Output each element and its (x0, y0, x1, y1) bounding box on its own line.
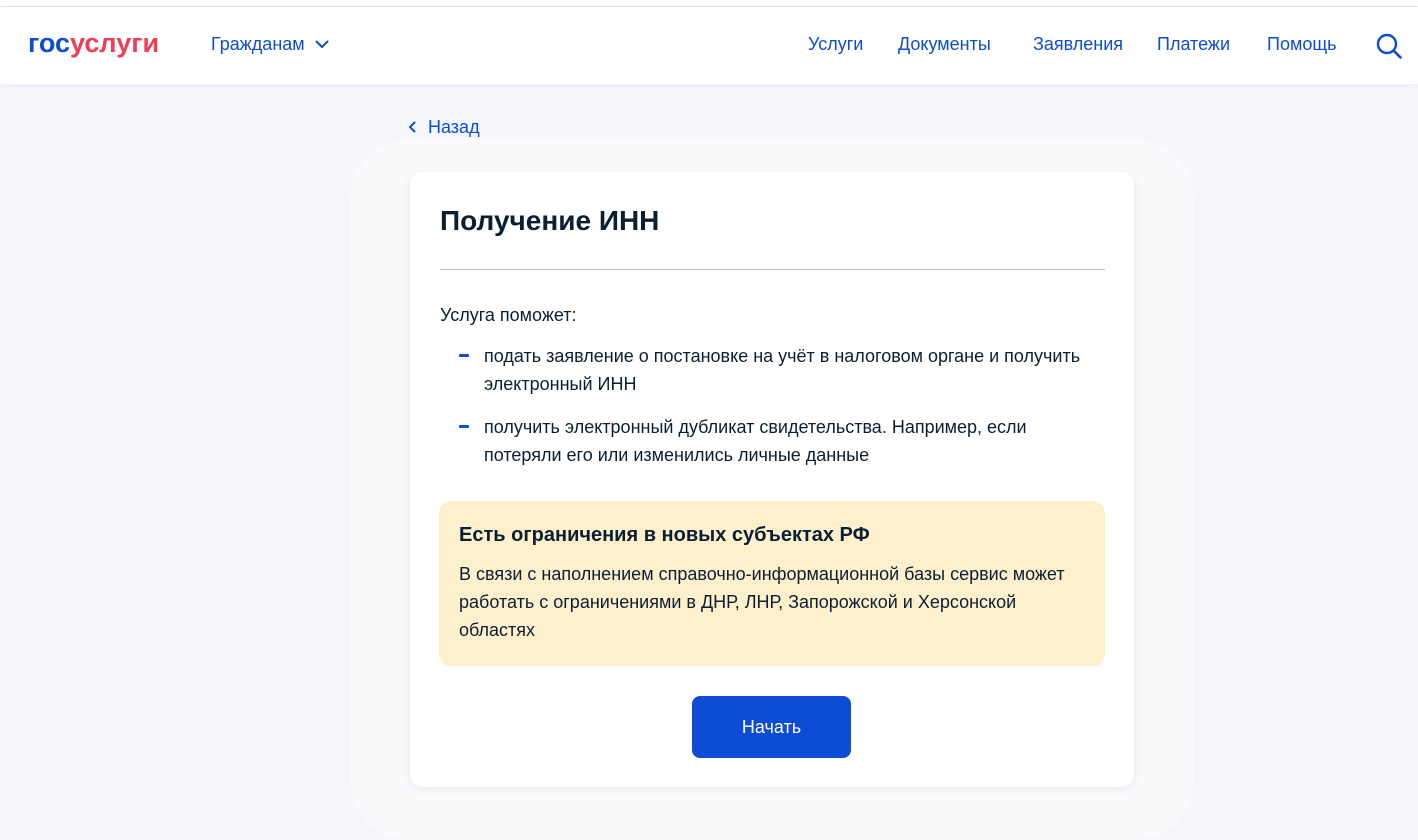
search-button[interactable] (1375, 32, 1403, 60)
audience-dropdown[interactable]: Гражданам (211, 33, 329, 55)
top-strip (0, 0, 1418, 7)
logo-part-1: гос (28, 28, 71, 58)
nav-services[interactable]: Услуги (808, 33, 863, 55)
back-label: Назад (428, 117, 480, 137)
list-item-text: получить электронный дубликат свидетельс… (484, 417, 1027, 465)
page-title: Получение ИНН (440, 205, 660, 236)
intro-text: Услуга поможет: (440, 305, 577, 325)
nav-payments[interactable]: Платежи (1157, 33, 1230, 55)
notice-text: В связи с наполнением справочно-информац… (459, 564, 1065, 640)
audience-label: Гражданам (211, 34, 305, 54)
nav-documents[interactable]: Документы (898, 33, 991, 55)
gosuslugi-logo[interactable]: госуслуги (28, 28, 159, 58)
logo-part-2: услуги (70, 28, 160, 58)
notice-title: Есть ограничения в новых субъектах РФ (459, 524, 870, 546)
site-header: госуслуги Гражданам Услуги Документы Зая… (0, 7, 1418, 84)
search-icon (1376, 33, 1402, 59)
chevron-left-icon (409, 121, 416, 133)
nav-applications[interactable]: Заявления (1033, 33, 1123, 55)
title-divider (440, 269, 1105, 270)
dash-icon (459, 425, 469, 428)
start-button[interactable]: Начать (692, 696, 851, 758)
list-item-text: подать заявление о постановке на учёт в … (484, 346, 1081, 394)
nav-help[interactable]: Помощь (1267, 33, 1337, 55)
restrictions-notice: Есть ограничения в новых субъектах РФ В … (439, 501, 1105, 666)
chevron-down-icon (315, 40, 329, 48)
dash-icon (459, 354, 469, 357)
back-link[interactable]: Назад (408, 116, 480, 138)
service-card: Получение ИНН Услуга поможет: подать зая… (410, 172, 1134, 787)
